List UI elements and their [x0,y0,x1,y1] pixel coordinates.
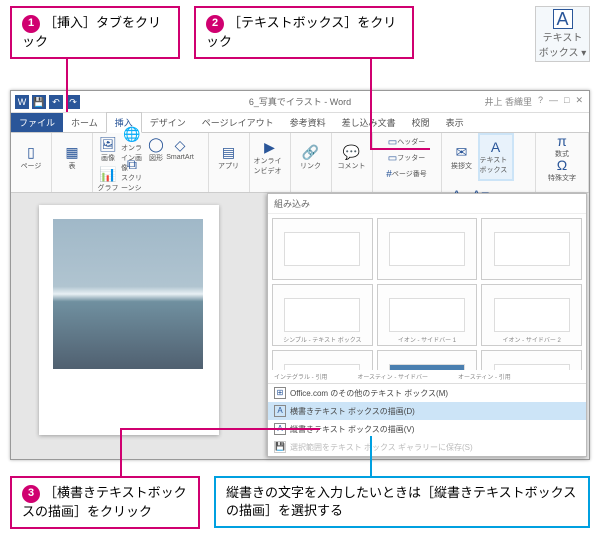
tab-file[interactable]: ファイル [11,113,63,132]
document-title: 6_写真でイラスト - Word [249,95,351,108]
ribbon-smartart[interactable]: ◇SmartArt [169,135,191,163]
ribbon-comment[interactable]: 💬コメント [336,135,368,179]
gallery-footer: ⊞Office.com のその他のテキスト ボックス(M) A横書きテキスト ボ… [268,383,586,456]
gallery-item[interactable] [272,350,373,370]
textbox-a-icon: A [553,9,573,29]
ribbon-symbol[interactable]: Ω特殊文字 [540,159,584,181]
ribbon: ▯ページ ▦表 🖼画像 🌐オンライン画像 ◯図形 ◇SmartArt 📊グラフ … [11,133,589,193]
office-icon: ⊞ [274,387,286,399]
gallery-grid: シンプル - テキスト ボックス イオン - サイドバー 1 イオン - サイド… [268,214,586,370]
ribbon-apps[interactable]: ▤アプリ [213,135,245,179]
line-blue [370,436,372,476]
tab-view[interactable]: 表示 [438,113,472,132]
tab-design[interactable]: デザイン [142,113,194,132]
tab-review[interactable]: 校閲 [404,113,438,132]
callout-1-num: 1 [22,15,40,33]
gallery-draw-horizontal[interactable]: A横書きテキスト ボックスの描画(D) [268,402,586,420]
callout-2: 2［テキストボックス］をクリック [194,6,414,59]
tab-mailings[interactable]: 差し込み文書 [334,113,404,132]
tab-references[interactable]: 参考資料 [282,113,334,132]
titlebar: W 💾 ↶ ↷ 6_写真でイラスト - Word 井上 香織里 ? — □ ✕ [11,91,589,113]
ribbon-chart[interactable]: 📊グラフ [97,165,119,193]
gallery-item[interactable] [481,350,582,370]
redo-icon[interactable]: ↷ [66,95,80,109]
window-controls: 井上 香織里 ? — □ ✕ [478,95,589,108]
gallery-office-more[interactable]: ⊞Office.com のその他のテキスト ボックス(M) [268,384,586,402]
textbox-ref-label: テキストボックス ▾ [538,29,587,59]
ribbon-footer[interactable]: ▭フッター [377,151,437,165]
gallery-heading: 組み込み [268,194,586,214]
gallery-item[interactable] [272,218,373,280]
callout-1-text: ［挿入］タブをクリック [22,15,161,49]
line-1 [66,52,68,112]
ribbon-textbox[interactable]: Aテキストボックス [480,135,512,179]
ribbon-pagenum[interactable]: #ページ番号 [377,167,437,181]
callout-3: 3［横書きテキストボックスの描画］をクリック [10,476,200,529]
gallery-label: インテグラル - 引用 [274,372,327,381]
callout-1: 1［挿入］タブをクリック [10,6,180,59]
gallery-item[interactable]: イオン - サイドバー 1 [377,284,478,346]
word-icon: W [15,95,29,109]
ribbon-tabs: ファイル ホーム 挿入 デザイン ページレイアウト 参考資料 差し込み文書 校閲… [11,113,589,133]
textbox-gallery: 組み込み シンプル - テキスト ボックス イオン - サイドバー 1 イオン … [267,193,587,457]
ribbon-equation[interactable]: π数式 [540,135,584,157]
ribbon-picture[interactable]: 🖼画像 [97,135,119,163]
line-3b [120,428,320,430]
line-2 [370,52,372,148]
quick-access-toolbar[interactable]: W 💾 ↶ ↷ [11,95,84,109]
document-page[interactable] [39,205,219,435]
undo-icon[interactable]: ↶ [49,95,63,109]
horiz-textbox-icon: A [274,405,286,417]
gallery-item[interactable] [377,350,478,370]
close-icon[interactable]: ✕ [575,95,583,108]
user-name: 井上 香織里 [484,95,532,108]
ribbon-link[interactable]: 🔗リンク [295,135,327,179]
gallery-save-selection: 💾選択範囲をテキスト ボックス ギャラリーに保存(S) [268,438,586,456]
word-window: W 💾 ↶ ↷ 6_写真でイラスト - Word 井上 香織里 ? — □ ✕ … [10,90,590,460]
ribbon-pages[interactable]: ▯ページ [15,135,47,179]
min-icon[interactable]: — [549,95,558,108]
callout-2-num: 2 [206,15,224,33]
callout-2-text: ［テキストボックス］をクリック [206,15,396,49]
gallery-label: オースティン - 引用 [458,372,511,381]
ribbon-screenshot[interactable]: ⧉スクリーンショット [121,165,143,193]
gallery-item[interactable]: イオン - サイドバー 2 [481,284,582,346]
callout-blue-text: 縦書きの文字を入力したいときは［縦書きテキストボックスの描画］を選択する [226,485,576,518]
inserted-photo[interactable] [53,219,203,369]
tab-home[interactable]: ホーム [63,113,106,132]
save-gallery-icon: 💾 [274,441,286,453]
callout-blue: 縦書きの文字を入力したいときは［縦書きテキストボックスの描画］を選択する [214,476,590,528]
gallery-item[interactable] [377,218,478,280]
ribbon-shapes[interactable]: ◯図形 [145,135,167,163]
gallery-item[interactable]: シンプル - テキスト ボックス [272,284,373,346]
line-3a [120,428,122,478]
ribbon-header[interactable]: ▭ヘッダー [377,135,437,149]
tab-layout[interactable]: ページレイアウト [194,113,282,132]
ribbon-table[interactable]: ▦表 [56,135,88,179]
callout-3-text: ［横書きテキストボックスの描画］をクリック [22,485,187,519]
save-icon[interactable]: 💾 [32,95,46,109]
max-icon[interactable]: □ [564,95,569,108]
help-icon[interactable]: ? [538,95,543,108]
ribbon-online-video[interactable]: ▶オンラインビデオ [254,135,286,179]
line-2b [370,148,430,150]
gallery-item[interactable] [481,218,582,280]
callout-3-num: 3 [22,485,40,503]
gallery-label: オースティン - サイドバー [357,372,428,381]
ribbon-quickparts[interactable]: ✉挨拶文 [446,135,478,179]
textbox-ribbon-ref: A テキストボックス ▾ [535,6,590,62]
